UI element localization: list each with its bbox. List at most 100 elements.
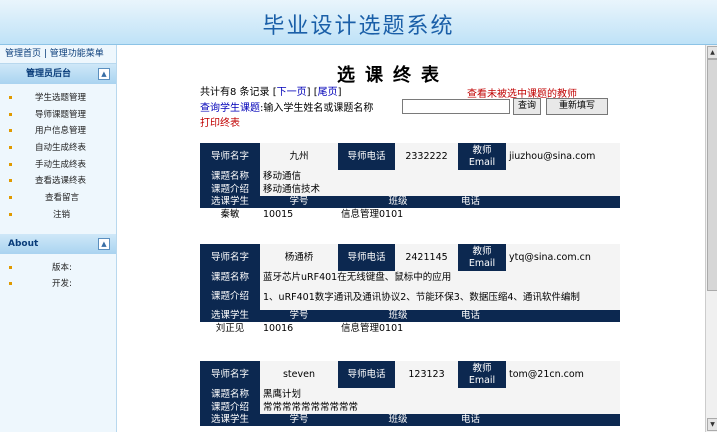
- menu-item-teacher-topics[interactable]: 导师课题管理: [0, 107, 116, 124]
- teacher-phone: 123123: [395, 361, 458, 388]
- student-id-header: 学号: [260, 196, 338, 208]
- next-page-link[interactable]: 下一页: [277, 87, 307, 98]
- about-item-version: 版本:: [0, 260, 116, 277]
- class-header: 班级: [338, 196, 458, 208]
- menu-item-user-info[interactable]: 用户信息管理: [0, 123, 116, 140]
- collapse-icon[interactable]: ▲: [98, 68, 110, 80]
- menu-item-messages[interactable]: 查看留言: [0, 190, 116, 207]
- sidebar: 管理首页 | 管理功能菜单 管理员后台 ▲ 学生选题管理 导师课题管理 用户信息…: [0, 45, 117, 432]
- last-page-link[interactable]: 尾页: [318, 87, 338, 98]
- scroll-thumb[interactable]: [707, 59, 717, 291]
- about-item-developer: 开发:: [0, 276, 116, 293]
- collapse-icon[interactable]: ▲: [98, 237, 110, 250]
- topic-intro-label: 课题介绍: [200, 401, 260, 414]
- search-label: :输入学生姓名或课题名称: [260, 103, 374, 114]
- teacher-phone: 2421145: [395, 244, 458, 271]
- class-header: 班级: [338, 414, 458, 426]
- admin-section-header[interactable]: 管理员后台 ▲: [0, 64, 116, 84]
- teacher-phone: 2332222: [395, 143, 458, 170]
- teacher-email: jiuzhou@sina.com: [506, 143, 620, 170]
- app-banner: 毕业设计选题系统: [0, 0, 717, 45]
- print-final-link[interactable]: 打印终表: [200, 114, 240, 129]
- teacher-phone-label: 导师电话: [338, 244, 395, 271]
- home-link[interactable]: 管理首页: [5, 49, 41, 59]
- teacher-phone-label: 导师电话: [338, 361, 395, 388]
- teacher-email: tom@21cn.com: [506, 361, 620, 388]
- student-phone-header: 电话: [458, 196, 620, 208]
- bullet-icon: [9, 265, 12, 269]
- student-phone: [458, 208, 620, 221]
- menu-item-view-final[interactable]: 查看选课终表: [0, 173, 116, 190]
- teacher-name: steven: [260, 361, 338, 388]
- page-title: 选课终表: [337, 65, 449, 86]
- student-name: 秦敏: [220, 208, 240, 220]
- topic-name: 移动通信: [260, 170, 620, 183]
- function-menu-link[interactable]: 管理功能菜单: [50, 49, 104, 59]
- topic-intro: 1、uRF401数字通讯及通讯协议2、节能环保3、数据压缩4、通讯软件编制: [260, 284, 620, 310]
- teacher-name-label: 导师名字: [200, 244, 260, 271]
- menu-item-student-topics[interactable]: 学生选题管理: [0, 90, 116, 107]
- topic-name: 蓝牙芯片uRF401在无线键盘、鼠标中的应用: [260, 271, 620, 284]
- menu-item-logout[interactable]: 注销: [0, 207, 116, 224]
- teacher-phone-label: 导师电话: [338, 143, 395, 170]
- menu-item-auto-generate[interactable]: 自动生成终表: [0, 140, 116, 157]
- student-header: 选课学生: [200, 196, 260, 208]
- sidebar-top-links: 管理首页 | 管理功能菜单: [0, 45, 116, 64]
- class-header: 班级: [338, 310, 458, 322]
- bullet-icon: [9, 112, 12, 116]
- record-card: 导师名字 杨通桥 导师电话 2421145 教师Email ytq@sina.c…: [200, 244, 620, 335]
- topic-intro: 常常常常常常常常常常: [260, 401, 620, 414]
- teacher-name-label: 导师名字: [200, 143, 260, 170]
- search-input[interactable]: [402, 99, 510, 114]
- admin-menu: 学生选题管理 导师课题管理 用户信息管理 自动生成终表 手动生成终表 查看选课终…: [0, 84, 116, 228]
- scroll-down-icon[interactable]: ▼: [707, 418, 717, 431]
- about-menu: 版本: 开发:: [0, 254, 116, 297]
- about-section-header[interactable]: About ▲: [0, 233, 116, 254]
- menu-item-manual-generate[interactable]: 手动生成终表: [0, 157, 116, 174]
- teacher-name-label: 导师名字: [200, 361, 260, 388]
- vertical-scrollbar[interactable]: ▲ ▼: [705, 45, 717, 432]
- student-id: 10015: [263, 208, 294, 220]
- reset-button[interactable]: 重新填写: [546, 98, 608, 115]
- topic-name-label: 课题名称: [200, 271, 260, 284]
- teacher-name: 九州: [260, 143, 338, 170]
- student-header: 选课学生: [200, 310, 260, 322]
- student-class: 信息管理0101: [341, 208, 404, 220]
- main-content: 选课终表 共计有8 条记录 [下一页] [尾页] 查看未被选中课题的教师 查询学…: [117, 45, 705, 432]
- student-id: 10016: [263, 322, 294, 334]
- bullet-icon: [9, 212, 12, 216]
- about-section-label: About: [8, 238, 39, 249]
- student-name: 刘正见: [215, 322, 245, 334]
- student-class: 信息管理0101: [341, 322, 404, 334]
- bullet-icon: [9, 282, 12, 286]
- bullet-icon: [9, 129, 12, 133]
- student-phone-header: 电话: [458, 414, 620, 426]
- student-id-header: 学号: [260, 310, 338, 322]
- topic-name-label: 课题名称: [200, 388, 260, 401]
- query-button[interactable]: 查询: [513, 98, 541, 115]
- record-card: 导师名字 steven 导师电话 123123 教师Email tom@21cn…: [200, 361, 620, 426]
- app-title: 毕业设计选题系统: [262, 14, 455, 39]
- record-card: 导师名字 九州 导师电话 2332222 教师Email jiuzhou@sin…: [200, 143, 620, 221]
- scroll-up-icon[interactable]: ▲: [707, 46, 717, 59]
- teacher-email-label: 教师Email: [458, 244, 506, 271]
- teacher-name: 杨通桥: [260, 244, 338, 271]
- topic-name: 黑鹰计划: [260, 388, 620, 401]
- admin-section-label: 管理员后台: [26, 69, 72, 79]
- bullet-icon: [9, 162, 12, 166]
- topic-name-label: 课题名称: [200, 170, 260, 183]
- teacher-email: ytq@sina.com.cn: [506, 244, 620, 271]
- student-header: 选课学生: [200, 414, 260, 426]
- search-row: 查询学生课题:输入学生姓名或课题名称: [200, 99, 373, 114]
- teacher-email-label: 教师Email: [458, 361, 506, 388]
- bullet-icon: [9, 96, 12, 99]
- query-student-topic-link[interactable]: 查询学生课题: [200, 103, 260, 114]
- topic-intro-label: 课题介绍: [200, 183, 260, 196]
- topic-intro: 移动通信技术: [260, 183, 620, 196]
- bullet-icon: [9, 196, 12, 200]
- student-phone: [458, 322, 620, 335]
- student-id-header: 学号: [260, 414, 338, 426]
- bullet-icon: [9, 179, 12, 183]
- teacher-email-label: 教师Email: [458, 143, 506, 170]
- record-count: 共计有8 条记录: [200, 87, 270, 98]
